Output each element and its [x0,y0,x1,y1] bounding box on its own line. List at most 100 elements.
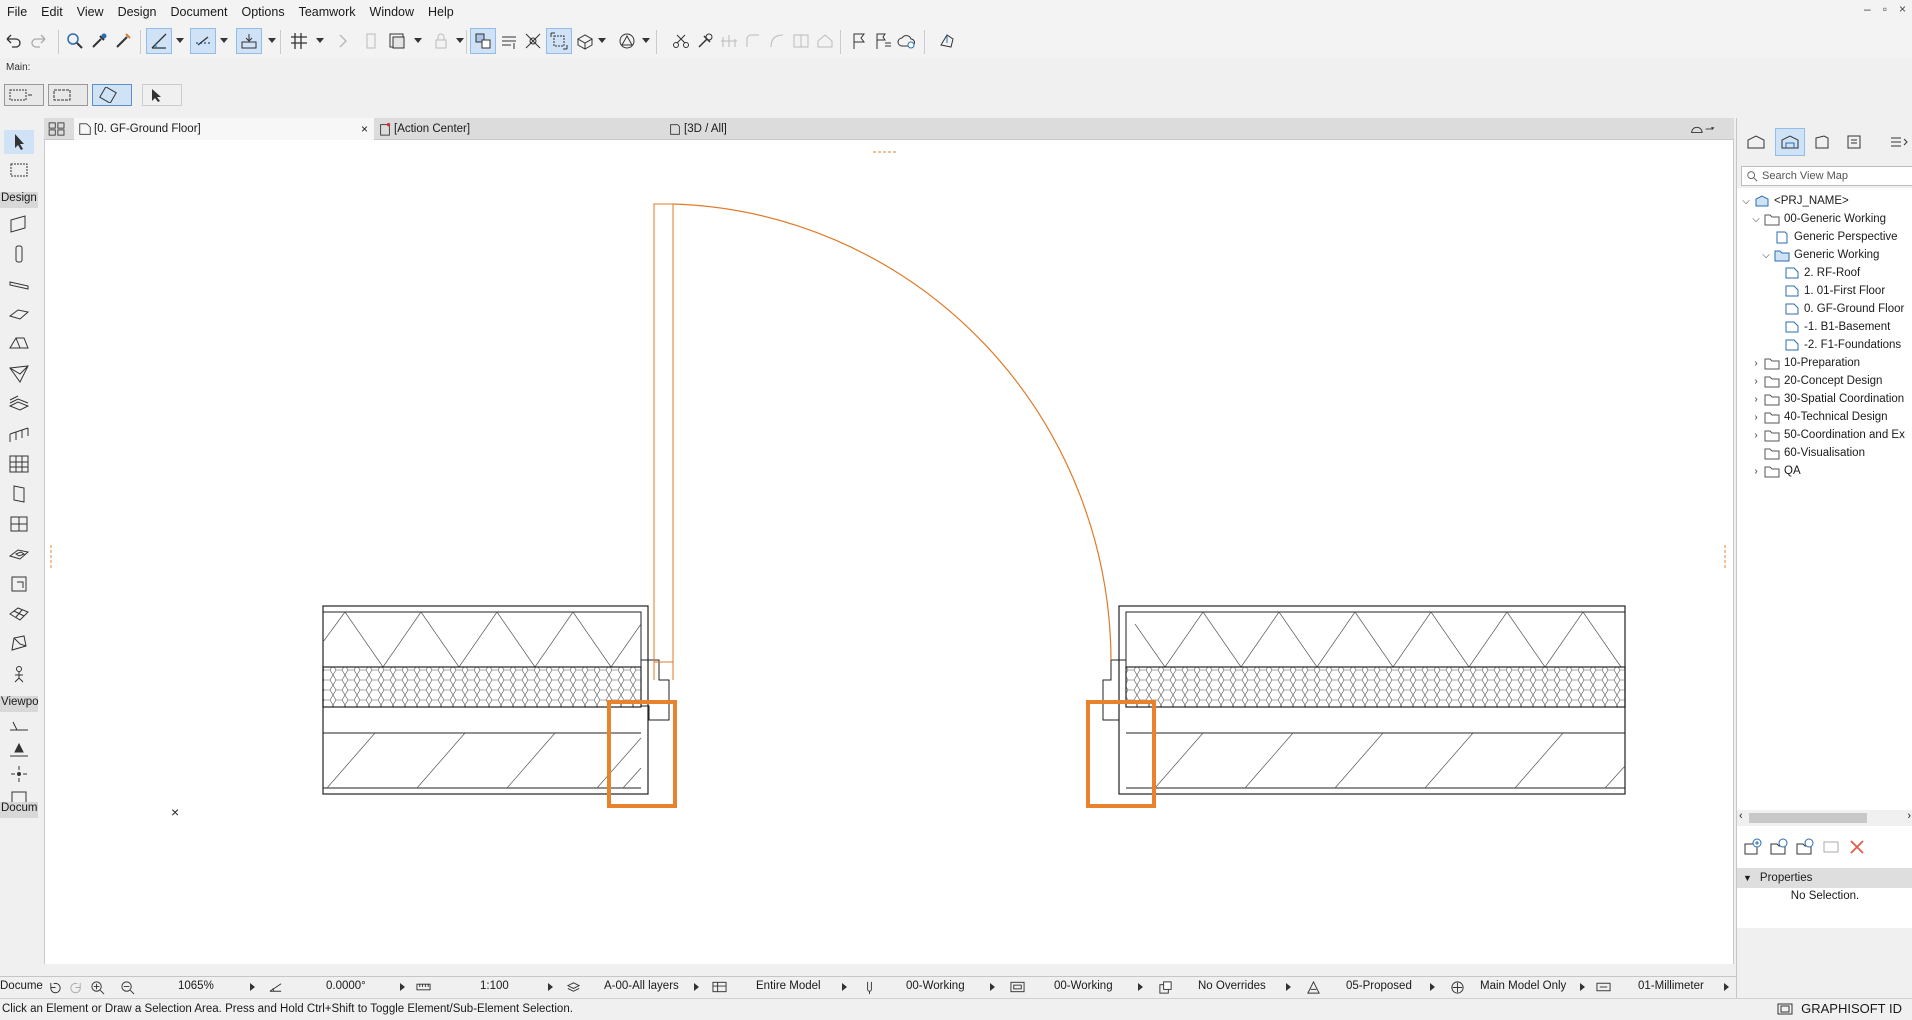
chevron-down-icon[interactable]: ⌵ [1751,214,1761,225]
shell-tool[interactable] [4,362,34,386]
navigator-menu-button[interactable] [1883,128,1912,156]
selection-highlight-left[interactable] [607,700,677,808]
renovation-filter-value[interactable]: 05-Proposed [1346,980,1412,992]
gravity-button[interactable] [236,28,262,54]
zoom-out-icon[interactable] [120,980,135,995]
scale-value[interactable]: 1:100 [480,980,509,992]
zone-tool[interactable] [4,662,34,686]
graphisoft-id[interactable]: GRAPHISOFT ID [1777,1001,1902,1016]
graphic-overrides-value[interactable]: No Overrides [1198,980,1266,992]
selection-highlight-right[interactable] [1086,700,1156,808]
wall-tool[interactable] [4,212,34,236]
scroll-right-arrow[interactable]: › [1907,810,1911,822]
camera-tool[interactable] [4,762,34,786]
layout-book-tab[interactable] [1807,128,1837,156]
zoom-in-icon[interactable] [90,980,105,995]
inject-button[interactable] [110,28,136,54]
menu-edit[interactable]: Edit [34,5,70,19]
mesh-tool[interactable] [4,602,34,626]
dimension-standard-value[interactable]: 01-Millimeter [1638,980,1704,992]
railing-tool[interactable] [4,422,34,446]
view-map-item[interactable]: › QA [1751,460,1801,482]
skylight-tool[interactable] [4,542,34,566]
restore-button[interactable]: ▫ [1883,2,1887,16]
elevation-tool[interactable] [4,738,34,762]
fillet-button[interactable] [740,28,766,54]
suspend-groups-button[interactable] [470,28,496,54]
chevron-right-icon[interactable]: › [1751,412,1761,423]
right-wall[interactable] [1118,605,1626,795]
marker-button[interactable] [846,28,872,54]
door-tool[interactable] [4,482,34,506]
teamwork-button[interactable] [934,28,960,54]
curtain-wall-tool[interactable] [4,452,34,476]
bimcloud-button[interactable] [894,28,920,54]
structural-function-value[interactable]: Main Model Only [1480,980,1566,992]
arrow-tool[interactable] [4,130,34,154]
delete-icon[interactable] [1847,837,1867,857]
tab-3d-all[interactable]: [3D / All] [664,118,974,140]
curve-button[interactable] [764,28,790,54]
menu-window[interactable]: Window [363,5,421,19]
minimize-button[interactable]: – [1864,2,1871,16]
floor-plan-drawing[interactable]: × [45,140,1733,964]
intersect-button[interactable] [716,28,742,54]
menu-design[interactable]: Design [111,5,164,19]
grid-snap-button[interactable] [286,28,312,54]
save-view-icon[interactable] [1743,837,1763,857]
chevron-right-icon[interactable]: › [1751,358,1761,369]
model-view-options-value[interactable]: 00-Working [1054,980,1113,992]
clone-folder-icon[interactable] [1795,837,1815,857]
layer-combination-value[interactable]: A-00-All layers [604,980,679,992]
surface-button[interactable] [384,28,410,54]
find-select-button[interactable] [62,28,88,54]
view-map-search-input[interactable]: Search View Map [1741,166,1912,186]
tab-action-center[interactable]: [Action Center] [374,118,664,140]
marquee-button[interactable] [48,84,88,106]
scroll-left-arrow[interactable]: ‹ [1739,810,1743,822]
chevron-right-icon[interactable]: › [1751,430,1761,441]
chevron-down-icon[interactable]: ⌵ [1741,196,1751,207]
pen-set-value[interactable]: 00-Working [906,980,965,992]
document-section-header[interactable]: Docume [0,802,38,818]
roof-tool[interactable] [4,332,34,356]
chevron-right-icon[interactable]: › [1751,394,1761,405]
settings-icon[interactable] [1821,837,1841,857]
door-leaf[interactable] [653,203,1112,680]
undo-button[interactable] [0,28,26,54]
tab-options-button[interactable] [1684,118,1728,140]
snap-guides-button[interactable] [190,28,216,54]
explode-button[interactable] [668,28,694,54]
section-tool[interactable] [4,714,34,738]
chevron-down-icon[interactable]: ⌵ [1761,250,1771,261]
beam-tool[interactable] [4,272,34,296]
design-section-header[interactable]: Design [0,192,38,208]
orientation-value[interactable]: 0.0000° [326,980,366,992]
relations-button[interactable] [520,28,546,54]
view-map-tab[interactable] [1775,128,1805,156]
menu-file[interactable]: File [0,5,34,19]
redo-button[interactable] [26,28,52,54]
new-folder-icon[interactable] [1769,837,1789,857]
floor-plan-canvas[interactable]: × [44,140,1734,964]
section-button[interactable] [496,28,522,54]
scroll-thumb[interactable] [1749,813,1867,823]
morph-tool[interactable] [4,632,34,656]
close-button[interactable]: × [1899,2,1906,16]
viewpoint-section-header[interactable]: Viewpoi [0,696,38,712]
marquee-tool[interactable] [4,158,34,182]
roof-trim-button[interactable] [812,28,838,54]
project-map-tab[interactable] [1741,128,1771,156]
menu-teamwork[interactable]: Teamwork [292,5,363,19]
object-tool[interactable] [4,572,34,596]
renovation-filter-button[interactable] [614,28,640,54]
trace-reference-button[interactable] [332,28,358,54]
adjust-button[interactable] [692,28,718,54]
view-map-hscrollbar[interactable]: ‹ › [1737,810,1912,826]
zoom-value[interactable]: 1065% [178,980,214,992]
door-frame[interactable] [641,659,1126,721]
chevron-right-icon[interactable]: › [1751,466,1761,477]
menu-help[interactable]: Help [421,5,461,19]
left-wall[interactable] [322,605,649,795]
menu-view[interactable]: View [70,5,111,19]
